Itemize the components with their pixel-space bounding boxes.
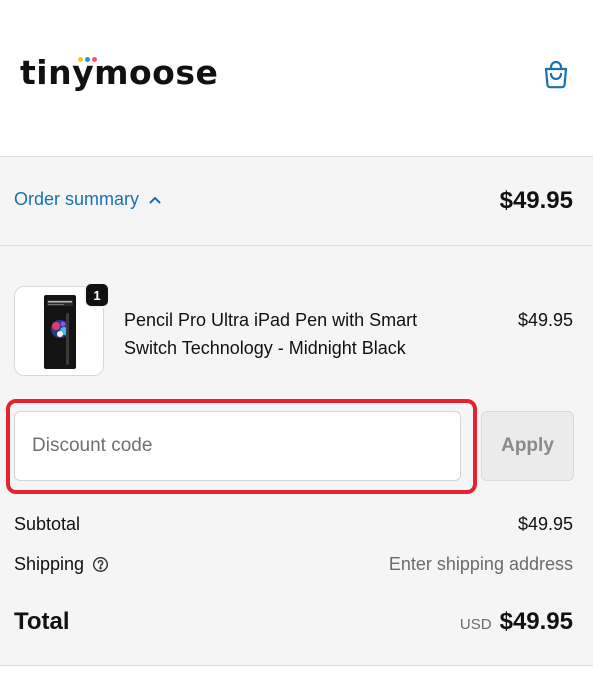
apply-discount-button[interactable]: Apply <box>481 411 574 481</box>
total-amount: $49.95 <box>499 608 573 635</box>
order-summary-toggle-label: Order summary <box>14 189 140 209</box>
shipping-value: Enter shipping address <box>388 554 573 574</box>
logo-dot-blue <box>85 57 90 62</box>
shipping-row: Shipping Enter shipping address <box>14 554 573 575</box>
subtotal-row: Subtotal $49.95 <box>14 514 573 535</box>
checkout-header: tinymoose <box>0 0 593 157</box>
discount-code-input[interactable] <box>14 411 461 481</box>
product-price: $49.95 <box>517 310 573 330</box>
currency-code: USD <box>459 616 492 633</box>
logo-dot-yellow <box>78 57 83 62</box>
product-title: Pencil Pro Ultra iPad Pen with Smart Swi… <box>124 310 418 358</box>
logo-dot-pink <box>92 57 97 62</box>
order-summary-panel: 1 Pencil Pro Ultra iPad Pen with Smart S… <box>0 246 593 666</box>
subtotal-label: Subtotal <box>14 514 81 534</box>
order-summary-total: $49.95 <box>499 187 573 214</box>
total-value-group: USD $49.95 <box>460 608 573 636</box>
question-circle-icon[interactable] <box>92 556 109 573</box>
brand-name: tinymoose <box>20 52 219 92</box>
chevron-up-icon <box>149 196 161 203</box>
order-summary-toggle[interactable]: Order summary <box>14 189 161 210</box>
brand-logo[interactable]: tinymoose <box>20 50 218 94</box>
shipping-label-group: Shipping <box>14 554 109 575</box>
logo-dots <box>78 57 97 62</box>
order-summary-bar: Order summary $49.95 <box>0 157 593 246</box>
quantity-badge: 1 <box>84 282 110 308</box>
subtotal-value: $49.95 <box>517 514 573 534</box>
total-label: Total <box>14 608 70 635</box>
total-row: Total USD $49.95 <box>14 608 573 636</box>
cart-button[interactable] <box>540 58 572 90</box>
shipping-label: Shipping <box>14 554 85 574</box>
shopping-bag-icon <box>544 60 568 89</box>
